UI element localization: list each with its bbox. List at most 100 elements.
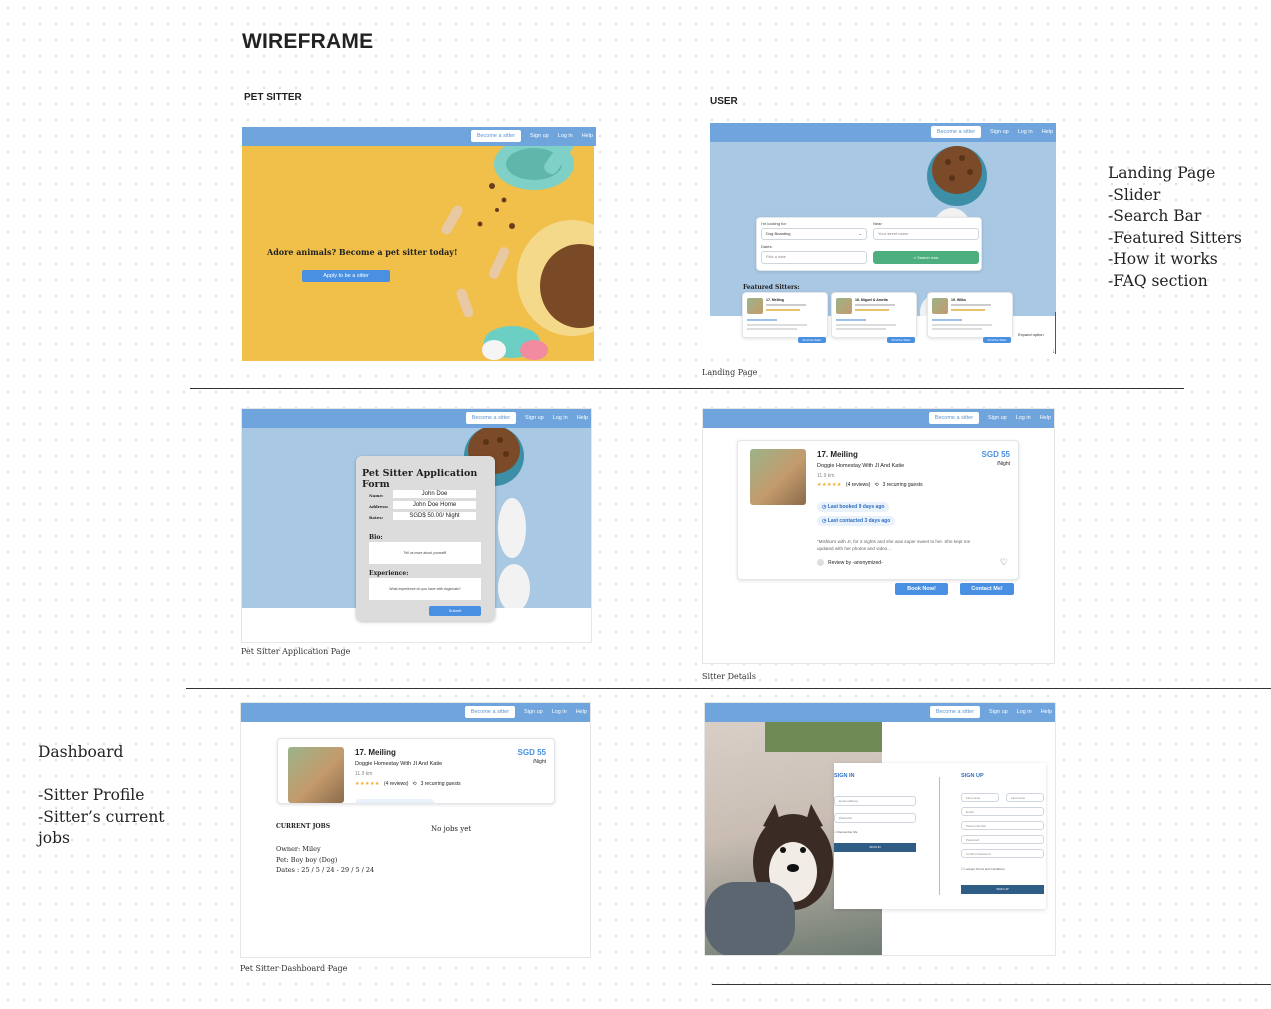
placeholder-stars xyxy=(855,309,889,311)
address-input[interactable]: John Doe Home xyxy=(393,501,476,509)
placeholder-badge xyxy=(836,319,866,321)
nav-become-sitter[interactable]: Become a sitter xyxy=(929,706,981,718)
contact-me-button[interactable]: Contact Me! xyxy=(960,583,1014,595)
nav-signup[interactable]: Sign up xyxy=(988,415,1007,421)
auth-panel: SIGN IN Email address Password ☐ Remembe… xyxy=(834,763,1046,909)
user-landing-frame: Become a sitter Sign up Log in Help I'm … xyxy=(710,123,1056,355)
book-now-button[interactable]: Book Now! xyxy=(895,583,948,595)
sitter-name: 17. Meiling xyxy=(817,450,858,459)
placeholder-line xyxy=(766,304,806,306)
nav-become-sitter[interactable]: Become a sitter xyxy=(470,130,522,142)
phone-input[interactable]: Phone Number xyxy=(961,821,1044,830)
signin-email-input[interactable]: Email address xyxy=(834,796,916,806)
nav-login[interactable]: Log in xyxy=(558,133,573,139)
navbar: Become a sitter Sign up Log in Help xyxy=(241,703,590,722)
nav-help[interactable]: Help xyxy=(1040,415,1051,421)
bio-textarea[interactable]: Tell us more about yourself! xyxy=(369,542,481,564)
nav-become-sitter[interactable]: Become a sitter xyxy=(464,706,516,718)
featured-sitter-card[interactable]: 18. Miguel & Amelia xyxy=(831,292,917,338)
find-sitter-button[interactable]: Find the Sitter xyxy=(887,337,915,343)
rating-stars: ★★★★★ xyxy=(355,781,380,787)
signin-password-input[interactable]: Password xyxy=(834,813,916,823)
nav-signup[interactable]: Sign up xyxy=(525,415,544,421)
near-input[interactable]: Your street name xyxy=(873,228,979,240)
nav-signup[interactable]: Sign up xyxy=(530,133,549,139)
service-select[interactable]: Dog Boarding ⌄ xyxy=(761,228,867,240)
expand-option[interactable]: Expand option xyxy=(1018,332,1044,337)
nav-help[interactable]: Help xyxy=(1041,709,1052,715)
nav-help[interactable]: Help xyxy=(1042,129,1053,135)
sitter-card: 17. Meiling SGD 55 /Night Doggie Homesta… xyxy=(737,440,1019,580)
sitter-price: SGD 55 xyxy=(981,450,1010,459)
nav-login[interactable]: Log in xyxy=(553,415,568,421)
featured-sitter-card[interactable]: 19. Wilks xyxy=(927,292,1013,338)
rates-input[interactable]: SGD$ 50.00/ Night xyxy=(393,512,476,520)
price-unit: /Night xyxy=(532,759,546,765)
name-input[interactable]: John Doe xyxy=(393,490,476,498)
no-jobs-text: No jobs yet xyxy=(431,825,472,833)
nav-login[interactable]: Log in xyxy=(1016,415,1031,421)
sitter-photo xyxy=(288,747,344,803)
caption-landing: Landing Page xyxy=(702,368,758,377)
hero-headline: Adore animals? Become a pet sitter today… xyxy=(267,247,458,257)
placeholder-line xyxy=(932,328,982,330)
featured-sitter-card[interactable]: 17. Meiling xyxy=(742,292,828,338)
signin-button[interactable]: SIGN IN xyxy=(834,843,916,852)
signup-password-input[interactable]: Password xyxy=(961,835,1044,844)
remember-me-checkbox[interactable]: ☐ Remember Me xyxy=(834,830,857,834)
sitter-photo xyxy=(750,449,806,505)
heart-icon[interactable]: ♡ xyxy=(1000,557,1008,568)
nav-login[interactable]: Log in xyxy=(1017,709,1032,715)
job-dates: Dates : 25 / 5 / 24 - 29 / 5 / 24 xyxy=(276,866,375,874)
nav-become-sitter[interactable]: Become a sitter xyxy=(930,126,982,138)
looking-label: I'm looking for: xyxy=(761,221,787,226)
caption-details: Sitter Details xyxy=(702,672,756,681)
nav-signup[interactable]: Sign up xyxy=(990,129,1009,135)
sitter-distance: 11.9 km xyxy=(817,473,835,479)
sitter-distance: 11.9 km xyxy=(355,771,373,777)
nav-signup[interactable]: Sign up xyxy=(524,709,543,715)
nav-help[interactable]: Help xyxy=(576,709,587,715)
first-name-input[interactable]: First name xyxy=(961,793,999,802)
featured-sitter-name: 17. Meiling xyxy=(766,298,784,302)
featured-sitter-name: 18. Miguel & Amelia xyxy=(855,298,888,302)
apply-sitter-button[interactable]: Apply to be a sitter xyxy=(302,270,390,282)
nav-become-sitter[interactable]: Become a sitter xyxy=(928,412,980,424)
review-text: "Mishka's with JI, for 3 nights and she … xyxy=(817,539,971,551)
placeholder-line xyxy=(836,324,896,326)
avatar xyxy=(817,559,824,566)
nav-help[interactable]: Help xyxy=(577,415,588,421)
last-name-input[interactable]: Last name xyxy=(1006,793,1044,802)
recurring-guests: 3 recurring guests xyxy=(420,781,461,787)
signup-button[interactable]: SIGN UP xyxy=(961,885,1044,894)
confirm-password-input[interactable]: Confirm Password xyxy=(961,849,1044,858)
submit-button[interactable]: Submit xyxy=(429,606,481,616)
near-label: Near: xyxy=(873,221,883,226)
sitter-desc: Doggie Homestay With JI And Katie xyxy=(355,761,443,767)
nav-login[interactable]: Log in xyxy=(552,709,567,715)
placeholder-line xyxy=(747,328,797,330)
recurring-icon: ⟲ xyxy=(874,482,879,488)
job-details: Owner: Miley Pet: Boy boy (Dog) Dates : … xyxy=(276,844,374,876)
section-user: USER xyxy=(710,96,738,107)
nav-help[interactable]: Help xyxy=(582,133,593,139)
dashboard-notes: Dashboard -Sitter Profile -Sitter’s curre… xyxy=(38,743,165,848)
search-button[interactable]: ⌕ Search now xyxy=(873,251,979,264)
nav-become-sitter[interactable]: Become a sitter xyxy=(465,412,517,424)
experience-textarea[interactable]: What experience do you have with dogs/ca… xyxy=(369,578,481,600)
navbar: Become a sitter Sign up Log in Help xyxy=(710,123,1056,142)
nav-login[interactable]: Log in xyxy=(1018,129,1033,135)
review-count[interactable]: (4 reviews) xyxy=(384,781,408,787)
dates-input[interactable]: Pick a date xyxy=(761,251,867,264)
find-sitter-button[interactable]: Find the Sitter xyxy=(983,337,1011,343)
signup-email-input[interactable]: Email xyxy=(961,807,1044,816)
placeholder-line xyxy=(855,304,895,306)
find-sitter-button[interactable]: Find the Sitter xyxy=(798,337,826,343)
review-count[interactable]: (4 reviews) xyxy=(846,482,870,488)
address-label: Address: xyxy=(369,504,389,509)
sitter-photo xyxy=(932,298,948,314)
landing-notes: Landing Page -Slider -Search Bar -Feature… xyxy=(1108,164,1242,290)
auth-frame: Become a sitter Sign up Log in Help SIGN… xyxy=(704,702,1056,956)
terms-checkbox[interactable]: ☐ I accept Terms and Conditions xyxy=(961,867,1005,871)
nav-signup[interactable]: Sign up xyxy=(989,709,1008,715)
